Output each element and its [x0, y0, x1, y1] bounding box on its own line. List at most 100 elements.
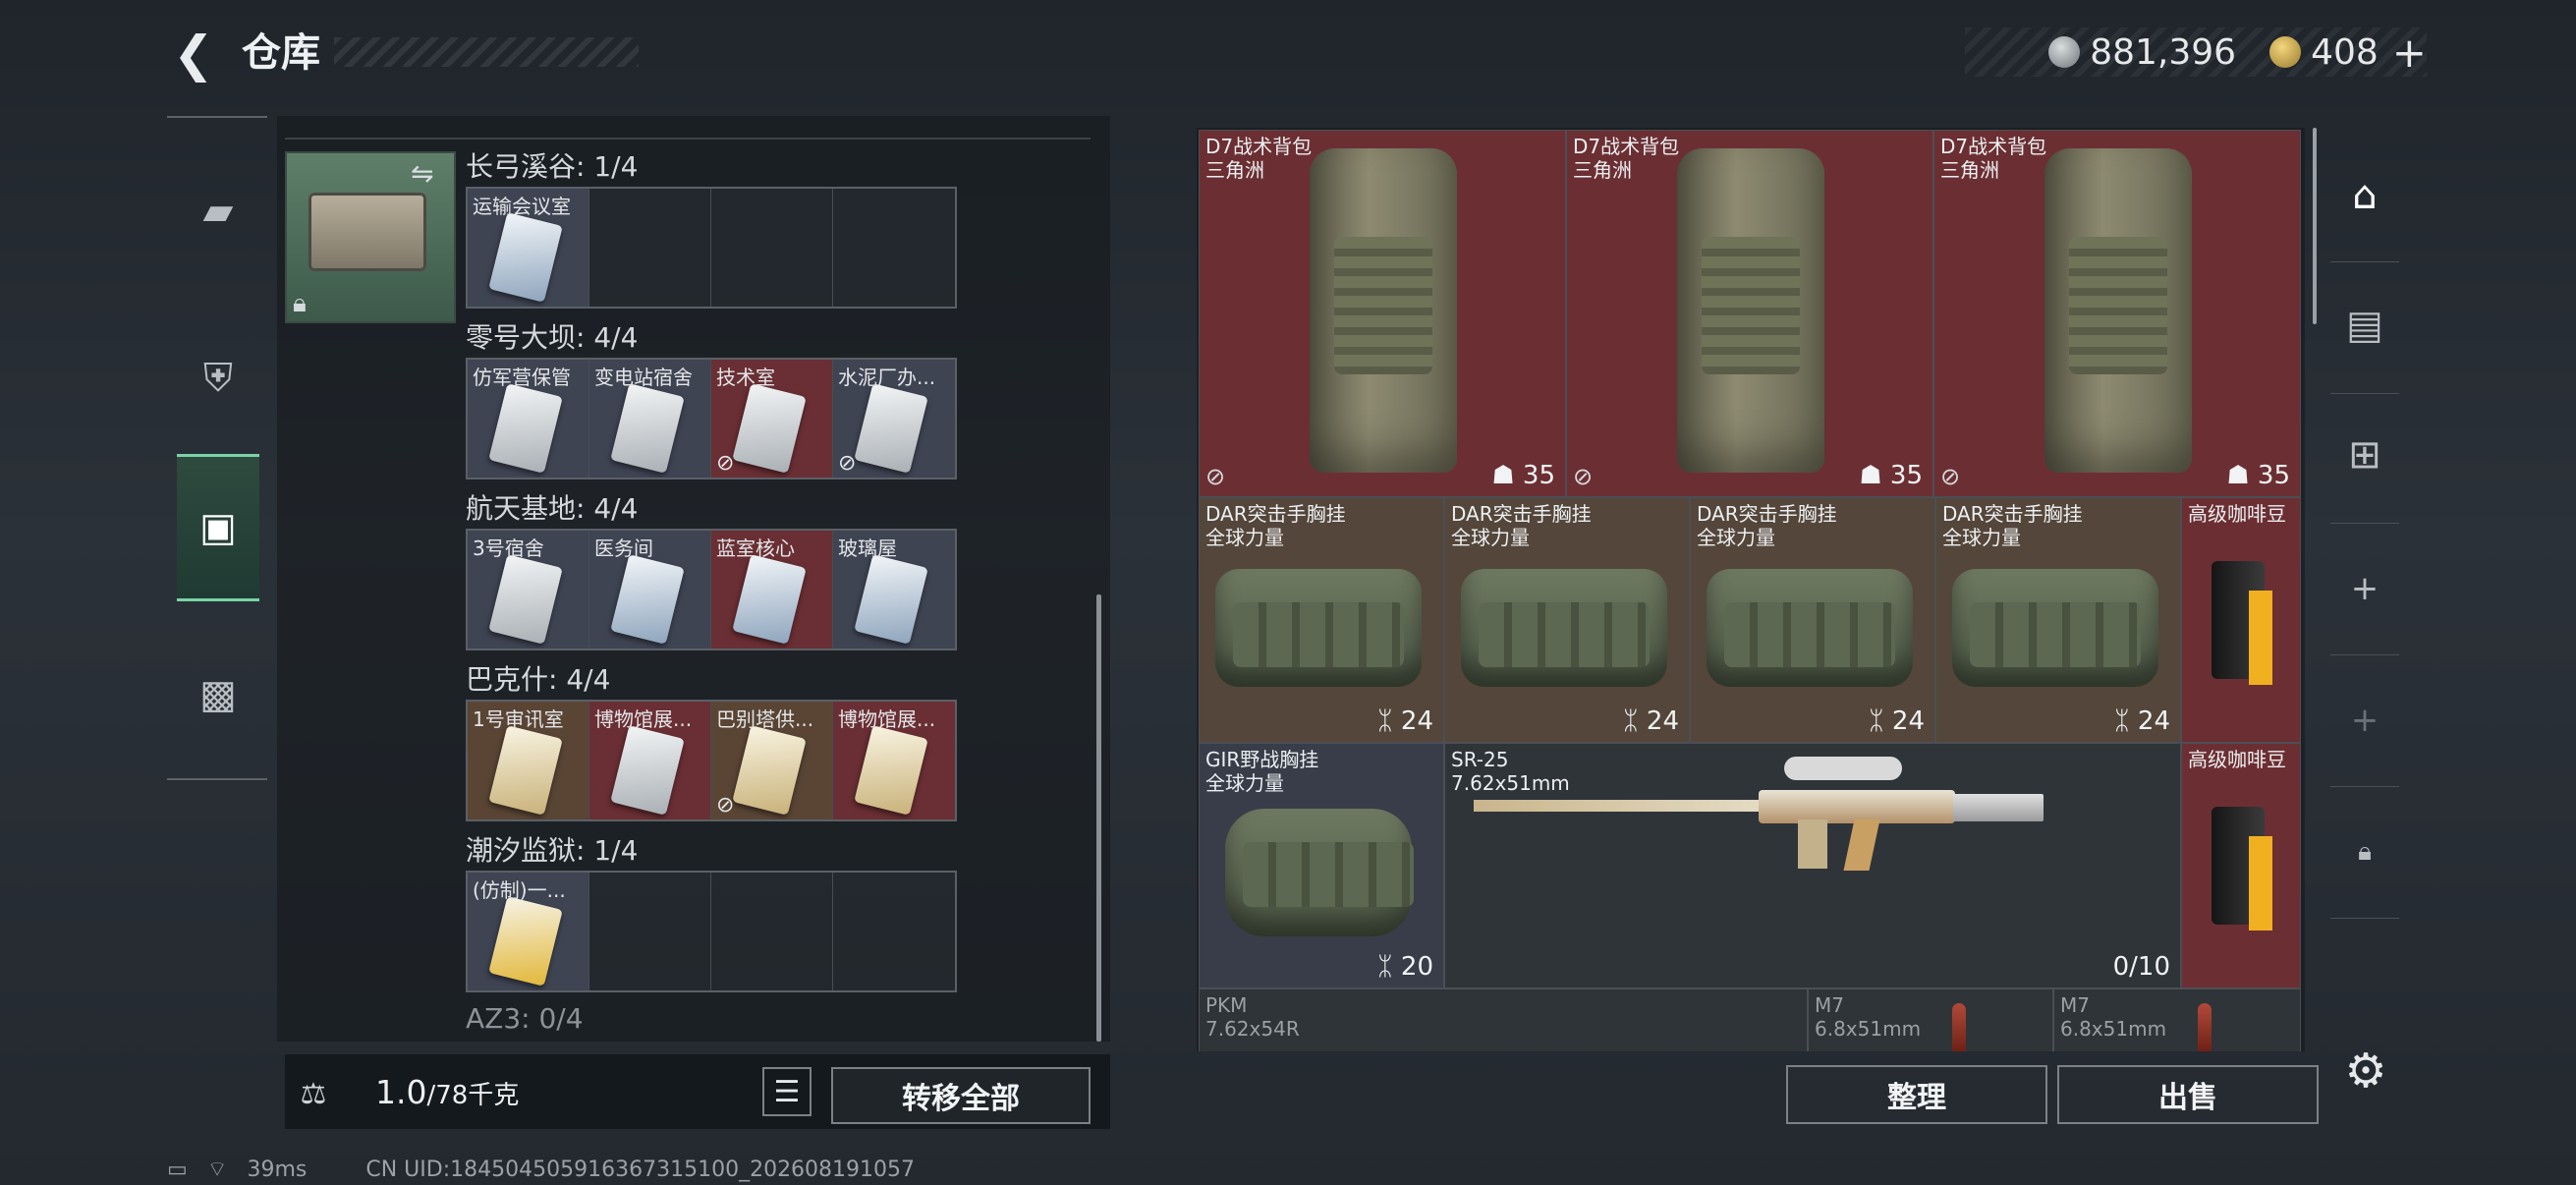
stash-main-icon[interactable]: ⌂	[2321, 151, 2409, 240]
no-insure-icon: ⊘	[838, 451, 857, 476]
category-nav: ▰ ⛨ ▣ ▩	[167, 116, 267, 780]
stash-item-m7-1[interactable]: M7 6.8x51mm	[1808, 988, 2053, 1051]
lock-icon: 🔒︎	[293, 289, 307, 318]
stash-item-pkm[interactable]: PKM 7.62x54R	[1199, 988, 1808, 1051]
keycard-slot[interactable]: 巴别塔供... ⊘	[711, 702, 833, 819]
swap-icon[interactable]: ⇋	[411, 157, 433, 190]
durability-value: 24	[2137, 706, 2170, 736]
stash-item-m7-2[interactable]: M7 6.8x51mm	[2053, 988, 2301, 1051]
keycard-image	[732, 383, 807, 474]
stash-item-backpack-1[interactable]: D7战术背包 三角洲 ⊘ ☗ 35	[1199, 130, 1566, 497]
keycard-slot[interactable]: 玻璃屋	[833, 531, 955, 649]
item-name: D7战术背包 三角洲	[1940, 135, 2046, 182]
keycard-image	[488, 725, 563, 816]
ammo-image	[2198, 1003, 2212, 1051]
keycard-slot[interactable]: 3号宿舍	[468, 531, 589, 649]
empty-slot[interactable]	[833, 189, 955, 307]
empty-slot[interactable]	[589, 873, 711, 990]
item-name: D7战术背包 三角洲	[1205, 135, 1312, 182]
gold-amount: 408	[2311, 31, 2379, 73]
durability: ☗ 35	[1859, 461, 1923, 490]
empty-slot[interactable]	[711, 189, 833, 307]
backpack-icon[interactable]: ▣	[177, 454, 259, 601]
divider	[2330, 261, 2399, 262]
keycard-image	[610, 725, 685, 816]
keycard-slot[interactable]: 博物馆展...	[589, 702, 711, 819]
keycard-slot[interactable]: 博物馆展...	[833, 702, 955, 819]
stash-item-coffee-2[interactable]: 高级咖啡豆	[2181, 743, 2301, 988]
no-insure-icon: ⊘	[1205, 463, 1226, 490]
item-name-text: D7战术背包	[1940, 135, 2047, 158]
durability-value: 35	[2257, 461, 2290, 490]
no-insure-icon: ⊘	[716, 793, 735, 818]
add-currency-button[interactable]: +	[2392, 28, 2427, 77]
sell-button[interactable]: 出售	[2057, 1065, 2319, 1124]
armor-icon[interactable]: ⛨	[177, 305, 259, 452]
item-name-text: DAR突击手胸挂	[1451, 502, 1592, 526]
stash-item-backpack-2[interactable]: D7战术背包 三角洲 ⊘ ☗ 35	[1566, 130, 1933, 497]
stash-folder-icon[interactable]: ▤	[2321, 281, 2409, 369]
keycard-slot[interactable]: 变电站宿舍	[589, 360, 711, 478]
backpack-image	[2044, 148, 2192, 473]
lock-icon: 🔒︎	[2358, 836, 2372, 867]
keycard-slot[interactable]: 水泥厂办... ⊘	[833, 360, 955, 478]
panel-top-edge	[285, 126, 1091, 140]
keycard-case-image	[308, 193, 426, 271]
durability-value: 20	[1400, 952, 1433, 982]
durability: ᛯ 20	[1377, 952, 1433, 982]
title-decoration	[334, 37, 639, 67]
keycard-label: 蓝室核心	[716, 536, 795, 560]
stash-scrollbar[interactable]	[2313, 128, 2317, 324]
keycard-slot[interactable]: 蓝室核心	[711, 531, 833, 649]
keycard-slot[interactable]: 医务间	[589, 531, 711, 649]
durability-value: 35	[1522, 461, 1555, 490]
keycard-slot[interactable]: 仿军营保管	[468, 360, 589, 478]
durability-value: 24	[1400, 706, 1433, 736]
keycard-slot[interactable]: 运输会议室	[468, 189, 589, 307]
silver-coin-icon	[2048, 36, 2081, 68]
item-name: D7战术背包 三角洲	[1573, 135, 1679, 182]
stash-item-rig-1[interactable]: DAR突击手胸挂 全球力量 ᛯ 24	[1199, 497, 1444, 743]
scrollbar[interactable]	[1096, 594, 1101, 1042]
keycard-label: 博物馆展...	[838, 707, 936, 731]
keycard-grid: 运输会议室	[466, 187, 957, 309]
empty-slot[interactable]	[711, 873, 833, 990]
keycard-label: 1号审讯室	[473, 707, 564, 731]
stash-item-rig-3[interactable]: DAR突击手胸挂 全球力量 ᛯ 24	[1690, 497, 1935, 743]
battery-icon: ▭	[167, 1157, 188, 1182]
toolbox-icon[interactable]: ▩	[177, 621, 259, 768]
page-title: 仓库	[242, 30, 320, 76]
item-brand: 三角洲	[1940, 158, 1999, 182]
empty-slot[interactable]	[589, 189, 711, 307]
gear-icon[interactable]: ⚙	[2336, 1042, 2395, 1100]
list-view-button[interactable]: ☰	[762, 1067, 812, 1116]
stash-item-coffee-1[interactable]: 高级咖啡豆	[2181, 497, 2301, 743]
durability-value: 24	[1646, 706, 1679, 736]
back-arrow-icon[interactable]: ❮	[165, 26, 222, 83]
add-medkit-icon[interactable]: ⊞	[2321, 411, 2409, 499]
empty-slot[interactable]	[833, 873, 955, 990]
stash-item-rig-4[interactable]: DAR突击手胸挂 全球力量 ᛯ 24	[1935, 497, 2181, 743]
item-caliber: 7.62x54R	[1205, 1017, 1300, 1041]
weapon-icon[interactable]: ▰	[177, 138, 259, 285]
stash-item-gir-rig[interactable]: GIR野战胸挂 全球力量 ᛯ 20	[1199, 743, 1444, 988]
keycard-image	[488, 896, 563, 987]
transfer-all-button[interactable]: 转移全部	[831, 1067, 1091, 1124]
keycard-label: 巴别塔供...	[716, 707, 814, 731]
stash-item-backpack-3[interactable]: D7战术背包 三角洲 ⊘ ☗ 35	[1933, 130, 2301, 497]
ammo-image	[1952, 1003, 1966, 1051]
section-header: 巴克什: 4/4	[466, 663, 611, 696]
chest-rig-image	[1952, 569, 2158, 687]
keycard-slot[interactable]: 1号审讯室	[468, 702, 589, 819]
durability: ᛯ 24	[2114, 706, 2170, 736]
keycard-slot[interactable]: (仿制)一...	[468, 873, 589, 990]
keycard-image	[610, 383, 685, 474]
keycard-slot[interactable]: 技术室 ⊘	[711, 360, 833, 478]
chest-rig-image	[1215, 569, 1422, 687]
item-name-text: DAR突击手胸挂	[1942, 502, 2083, 526]
item-name-text: 高级咖啡豆	[2188, 502, 2286, 526]
keycard-image	[732, 554, 807, 645]
tidy-button[interactable]: 整理	[1786, 1065, 2047, 1124]
stash-item-rig-2[interactable]: DAR突击手胸挂 全球力量 ᛯ 24	[1444, 497, 1690, 743]
add-page-icon[interactable]: +	[2321, 544, 2409, 633]
